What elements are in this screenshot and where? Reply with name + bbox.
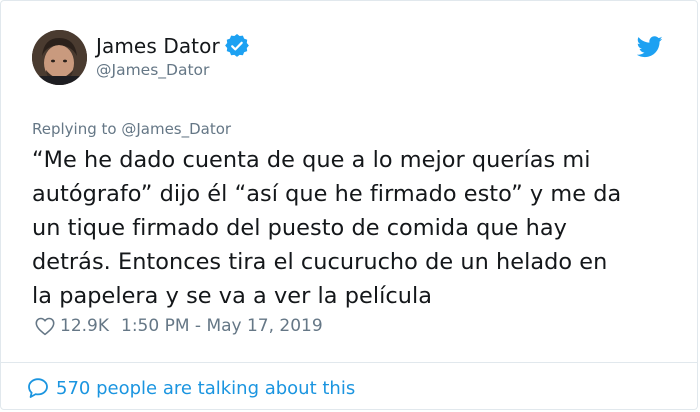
verified-badge-icon [224, 34, 249, 58]
tweet-text-line: “Me he dado cuenta de que a lo mejor que… [32, 147, 591, 173]
footer-divider [1, 362, 697, 363]
replying-to-handle[interactable]: @James_Dator [121, 120, 231, 138]
tweet-text-line: autógrafo” dijo él “así que he firmado e… [32, 181, 622, 207]
tweet-text-line: detrás. Entonces tira el cucurucho de un… [32, 249, 608, 275]
tweet-timestamp[interactable]: 1:50 PM - May 17, 2019 [121, 316, 323, 336]
twitter-bird-icon[interactable] [636, 36, 663, 58]
tweet-text: “Me he dado cuenta de que a lo mejor que… [32, 143, 672, 313]
tweet-text-line: la papelera y se va a ver la película [32, 283, 433, 309]
conversation-link[interactable]: 570 people are talking about this [26, 375, 355, 401]
author-handle[interactable]: @James_Dator [96, 61, 249, 79]
replying-to-line: Replying to @James_Dator [32, 120, 231, 138]
replying-to-prefix: Replying to [32, 120, 122, 138]
avatar-photo-icon [32, 30, 87, 85]
tweet-text-line: un tique firmado del puesto de comida qu… [32, 215, 567, 241]
like-count[interactable]: 12.9K [60, 316, 109, 336]
display-name-row: James Dator [96, 32, 249, 60]
heart-icon[interactable] [34, 315, 56, 337]
author-names: James Dator @James_Dator [96, 32, 249, 79]
display-name[interactable]: James Dator [96, 34, 220, 58]
embedded-tweet-card: James Dator @James_Dator Replying to @Ja… [0, 0, 698, 410]
speech-bubble-icon [26, 376, 50, 400]
conversation-count-text[interactable]: 570 people are talking about this [56, 378, 355, 399]
avatar[interactable] [32, 30, 87, 85]
tweet-header: James Dator @James_Dator [32, 28, 667, 90]
tweet-meta-row: 12.9K 1:50 PM - May 17, 2019 [34, 314, 323, 338]
